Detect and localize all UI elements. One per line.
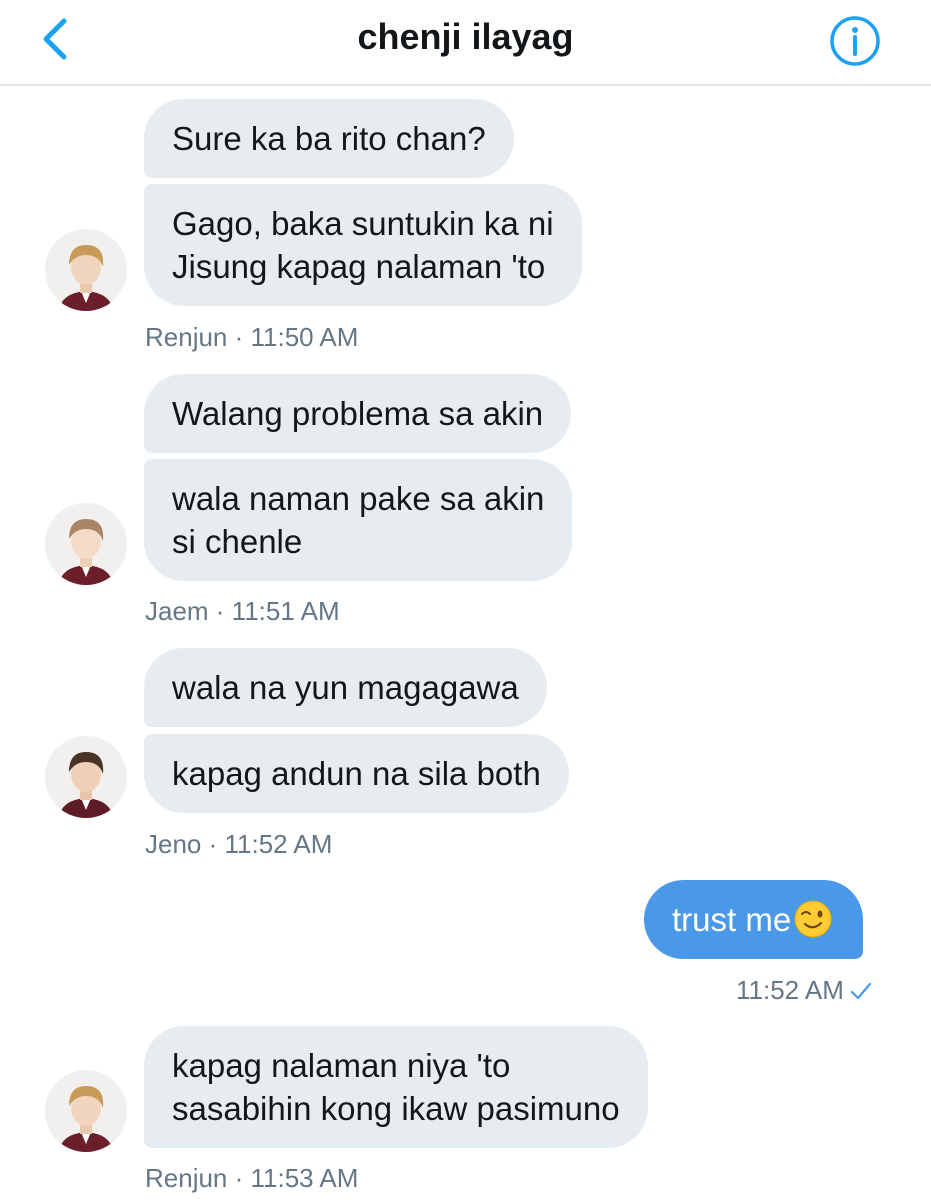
- message-bubble[interactable]: kapag andun na sila both: [144, 734, 569, 813]
- avatar[interactable]: [45, 503, 127, 585]
- checkmark-icon: [850, 982, 872, 1000]
- avatar-image: [45, 1070, 127, 1152]
- message-bubble[interactable]: wala na yun magagawa: [144, 648, 547, 727]
- message-meta: Renjun · 11:50 AM: [145, 322, 359, 352]
- message-timestamp: 11:52 AM: [736, 975, 844, 1005]
- message-meta: Renjun · 11:53 AM: [145, 1163, 359, 1193]
- sent-message-bubble[interactable]: trust me: [644, 880, 864, 959]
- info-button[interactable]: [828, 14, 882, 68]
- message-meta: Jaem · 11:51 AM: [145, 596, 340, 626]
- info-icon: [830, 16, 880, 66]
- avatar-image: [45, 503, 127, 585]
- dm-conversation: chenji ilayag Sure ka ba rito chan? Gago…: [0, 0, 931, 1200]
- winking-face-icon: [794, 900, 832, 938]
- sent-message-meta: 11:52 AM: [736, 975, 872, 1006]
- message-meta: Jeno · 11:52 AM: [145, 829, 333, 859]
- avatar-image: [45, 736, 127, 818]
- avatar[interactable]: [45, 1070, 127, 1152]
- message-bubble[interactable]: kapag nalaman niya 'to sasabihin kong ik…: [144, 1026, 648, 1148]
- message-text: trust me: [672, 901, 792, 938]
- avatar[interactable]: [45, 229, 127, 311]
- conversation-header: chenji ilayag: [0, 0, 931, 86]
- avatar-image: [45, 229, 127, 311]
- message-bubble[interactable]: Sure ka ba rito chan?: [144, 99, 514, 178]
- message-bubble[interactable]: Gago, baka suntukin ka ni Jisung kapag n…: [144, 184, 582, 306]
- message-bubble[interactable]: Walang problema sa akin: [144, 374, 572, 453]
- conversation-title: chenji ilayag: [357, 16, 574, 57]
- message-bubble[interactable]: wala naman pake sa akin si chenle: [144, 459, 573, 581]
- avatar[interactable]: [45, 736, 127, 818]
